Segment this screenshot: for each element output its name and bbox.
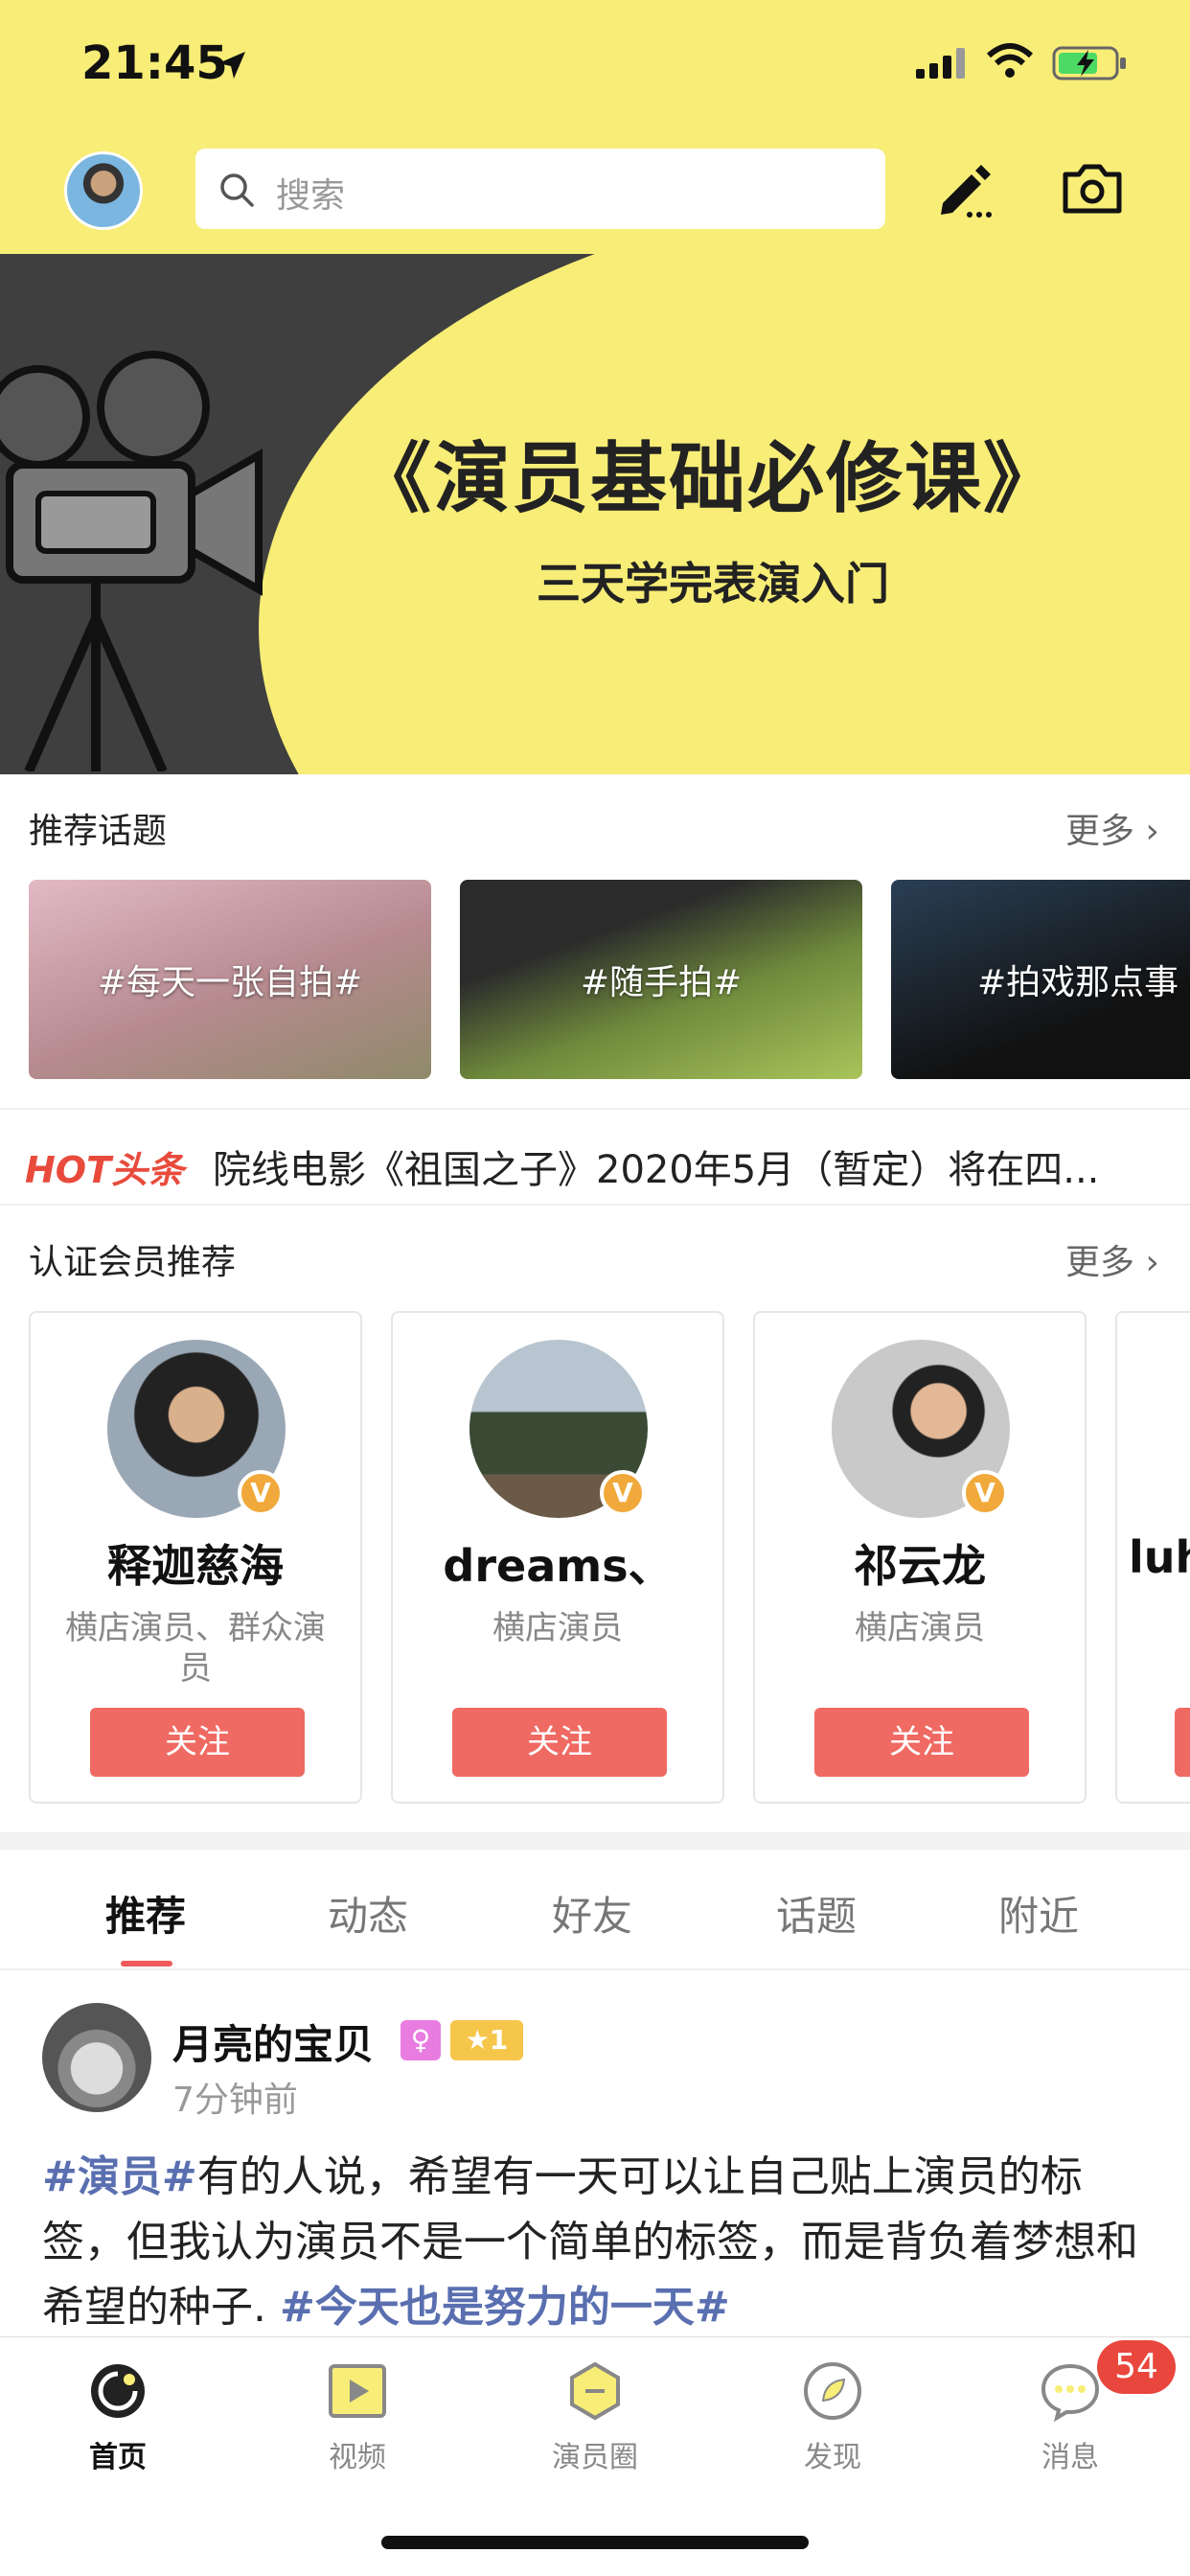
member-name: dreams、 bbox=[443, 1540, 673, 1592]
search-icon bbox=[220, 173, 254, 207]
member-card[interactable]: V dreams、 横店演员 关注 bbox=[391, 1311, 724, 1804]
post-hashtag[interactable]: #演员# bbox=[42, 2152, 197, 2201]
tabs-divider bbox=[0, 1968, 1190, 1970]
verified-badge-icon: V bbox=[238, 1470, 284, 1516]
hot-headline-text[interactable]: 院线电影《祖国之子》2020年5月（暂定）将在四... bbox=[213, 1138, 1161, 1194]
banner-title: 《演员基础必修课》 bbox=[355, 434, 1062, 523]
section-divider bbox=[0, 1108, 1190, 1110]
tab-nearby[interactable]: 附近 bbox=[998, 1884, 1079, 1943]
topics-section-title: 推荐话题 bbox=[29, 812, 168, 851]
member-card[interactable]: V 释迦慈海 横店演员、群众演员 关注 bbox=[29, 1311, 362, 1804]
tabbar-label: 发现 bbox=[804, 2441, 861, 2474]
tabbar-discover[interactable]: 发现 bbox=[761, 2360, 904, 2475]
post-author-name[interactable]: 月亮的宝贝 bbox=[172, 2012, 374, 2071]
member-name: 释迦慈海 bbox=[107, 1540, 284, 1592]
member-role: 横店演员、群众演员 bbox=[65, 1609, 326, 1688]
wifi-icon bbox=[986, 43, 1034, 78]
message-count-badge: 54 bbox=[1097, 2340, 1176, 2394]
tabbar-video[interactable]: 视频 bbox=[286, 2360, 429, 2475]
hot-headline-logo: HOT头条 bbox=[25, 1149, 185, 1191]
follow-button[interactable]: 关注 bbox=[452, 1708, 667, 1777]
user-avatar[interactable] bbox=[64, 151, 143, 230]
film-camera-illustration-icon bbox=[0, 351, 263, 771]
home-indicator[interactable] bbox=[381, 2536, 809, 2549]
post-hashtag[interactable]: #今天也是努力的一天# bbox=[280, 2283, 730, 2332]
follow-button[interactable] bbox=[1175, 1708, 1190, 1777]
topic-card[interactable]: #随手拍# bbox=[460, 880, 862, 1079]
member-name: luh bbox=[1129, 1531, 1190, 1583]
post-author-avatar[interactable] bbox=[42, 2003, 151, 2112]
follow-button[interactable]: 关注 bbox=[814, 1708, 1029, 1777]
message-icon bbox=[1041, 2363, 1100, 2423]
tabbar-label: 视频 bbox=[329, 2441, 386, 2474]
search-placeholder: 搜索 bbox=[276, 176, 346, 216]
tab-updates[interactable]: 动态 bbox=[328, 1884, 408, 1943]
tab-topics[interactable]: 话题 bbox=[776, 1884, 857, 1943]
discover-icon bbox=[804, 2362, 861, 2420]
top-header: 21:45 搜索 bbox=[0, 0, 1190, 254]
member-role: 横店演员 bbox=[492, 1609, 623, 1647]
video-icon bbox=[329, 2364, 386, 2418]
tabbar-actor-circle[interactable]: 演员圈 bbox=[523, 2360, 667, 2475]
tabbar-home[interactable]: 首页 bbox=[46, 2360, 190, 2475]
level-badge: ★1 bbox=[450, 2020, 523, 2060]
active-tab-indicator bbox=[121, 1961, 172, 1966]
home-icon bbox=[91, 2364, 145, 2418]
edit-post-icon[interactable] bbox=[935, 159, 996, 220]
actor-circle-icon bbox=[570, 2361, 620, 2421]
battery-charging-icon bbox=[1052, 46, 1126, 80]
tabbar-label: 演员圈 bbox=[552, 2441, 638, 2474]
section-divider bbox=[0, 1204, 1190, 1206]
member-card[interactable]: V 祁云龙 横店演员 关注 bbox=[753, 1311, 1087, 1804]
member-name: 祁云龙 bbox=[854, 1540, 986, 1592]
topic-label: #随手拍# bbox=[580, 963, 743, 1002]
location-arrow-icon bbox=[218, 52, 245, 79]
verified-badge-icon: V bbox=[600, 1470, 646, 1516]
banner-subtitle: 三天学完表演入门 bbox=[537, 558, 889, 610]
post-body[interactable]: #演员#有的人说，希望有一天可以让自己贴上演员的标签，但我认为演员不是一个简单的… bbox=[42, 2145, 1154, 2340]
follow-button[interactable]: 关注 bbox=[90, 1708, 305, 1777]
members-more-link[interactable]: 更多 › bbox=[1065, 1234, 1159, 1284]
topic-label: #拍戏那点事 bbox=[977, 963, 1179, 1002]
members-section-title: 认证会员推荐 bbox=[29, 1243, 237, 1282]
tabbar-label: 首页 bbox=[89, 2441, 147, 2474]
app-screen: 21:45 搜索 《演员基础必修课》 三天学完表演入门 推荐话题 更多 › #每… bbox=[0, 0, 1190, 2576]
tab-friends[interactable]: 好友 bbox=[552, 1884, 632, 1943]
topic-label: #每天一张自拍# bbox=[97, 963, 363, 1002]
tab-recommend[interactable]: 推荐 bbox=[105, 1884, 186, 1943]
tabbar-label: 消息 bbox=[1041, 2441, 1099, 2474]
post-time: 7分钟前 bbox=[172, 2081, 298, 2120]
verified-badge-icon: V bbox=[962, 1470, 1008, 1516]
camera-icon[interactable] bbox=[1062, 161, 1123, 215]
topic-card[interactable]: #每天一张自拍# bbox=[29, 880, 431, 1079]
female-gender-icon: ♀ bbox=[400, 2020, 441, 2060]
section-gap bbox=[0, 1832, 1190, 1850]
member-card[interactable]: luh bbox=[1115, 1311, 1190, 1804]
topics-more-link[interactable]: 更多 › bbox=[1065, 803, 1159, 853]
cellular-signal-icon bbox=[916, 48, 965, 79]
topic-card[interactable]: #拍戏那点事 bbox=[891, 880, 1190, 1079]
promo-banner[interactable]: 《演员基础必修课》 三天学完表演入门 bbox=[0, 254, 1190, 774]
search-input[interactable]: 搜索 bbox=[195, 149, 885, 229]
status-time: 21:45 bbox=[81, 36, 228, 90]
member-role: 横店演员 bbox=[855, 1609, 985, 1647]
